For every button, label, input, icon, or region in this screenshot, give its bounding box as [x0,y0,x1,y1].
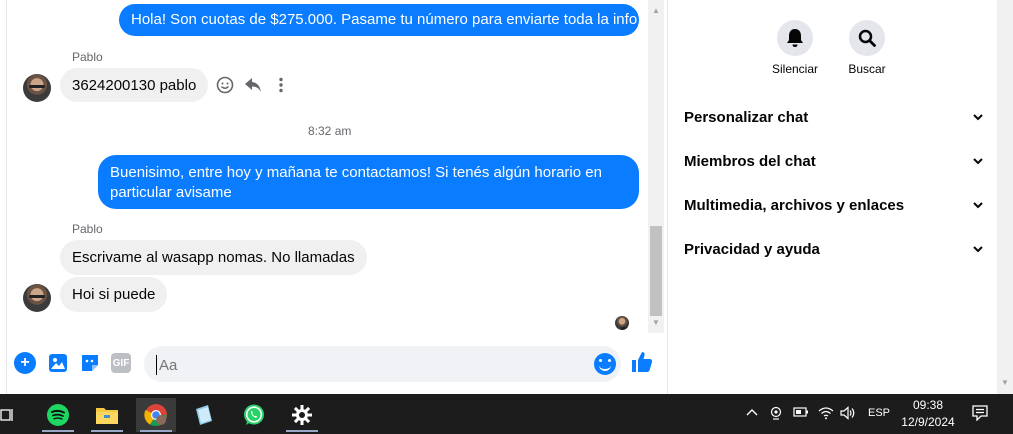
spotify-icon[interactable] [38,398,78,432]
settings-icon[interactable] [282,398,322,432]
message-line: particular avisame [110,184,232,201]
window-scrollbar[interactable]: ▼ [997,0,1013,394]
system-clock[interactable]: 09:38 12/9/2024 [898,397,958,431]
webcam-icon[interactable] [769,406,783,423]
battery-icon[interactable] [793,406,809,421]
chat-info-panel: Silenciar Buscar Personalizar chat Miemb… [667,0,997,394]
like-icon[interactable] [630,350,656,376]
mute-button[interactable] [777,20,813,56]
outgoing-message[interactable]: Hola! Son cuotas de $275.000. Pasame tu … [119,4,639,36]
react-icon[interactable] [214,74,236,96]
mute-label: Silenciar [771,62,819,76]
task-view-icon[interactable] [0,398,28,432]
section-label: Privacidad y ayuda [684,240,820,258]
section-label: Personalizar chat [684,108,809,126]
file-explorer-icon[interactable] [87,398,127,432]
gif-icon[interactable]: GIF [111,353,131,373]
bell-icon [787,29,803,47]
section-label: Miembros del chat [684,152,816,170]
avatar[interactable] [23,284,51,312]
section-chat-members[interactable]: Miembros del chat [684,146,984,176]
message-line: Buenisimo, entre hoy y mañana te contact… [110,164,602,181]
sender-name: Pablo [72,50,103,64]
chrome-icon[interactable] [136,398,176,432]
section-privacy-help[interactable]: Privacidad y ayuda [684,234,984,264]
search-icon [858,29,876,47]
outgoing-message[interactable]: Buenisimo, entre hoy y mañana te contact… [98,155,639,209]
message-timestamp: 8:32 am [308,124,352,138]
chevron-up-icon[interactable] [746,406,758,420]
volume-icon[interactable] [840,406,856,423]
section-customize-chat[interactable]: Personalizar chat [684,102,984,132]
sender-name: Pablo [72,222,103,236]
clock-date: 12/9/2024 [901,415,955,429]
section-label: Multimedia, archivos y enlaces [684,196,905,214]
chat-pane: Hola! Son cuotas de $275.000. Pasame tu … [0,0,667,394]
whatsapp-icon[interactable] [234,398,274,432]
incoming-message[interactable]: Hoi si puede [60,277,168,312]
scroll-up-arrow[interactable]: ▲ [648,6,664,18]
message-input[interactable] [156,355,576,375]
reply-icon[interactable] [242,74,264,96]
divider [6,0,7,394]
chevron-down-icon [973,202,983,209]
taskbar: ESP 09:38 12/9/2024 [0,394,1013,434]
seen-avatar [615,316,629,330]
scroll-down-arrow[interactable]: ▼ [997,378,1013,390]
sticker-icon[interactable] [79,352,101,374]
wifi-icon[interactable] [818,406,834,423]
search-label: Buscar [848,62,886,76]
incoming-message[interactable]: Escrivame al wasapp nomas. No llamadas [60,240,367,275]
incoming-message[interactable]: 3624200130 pablo [60,68,209,102]
plus-icon[interactable]: + [14,352,36,374]
clock-time: 09:38 [912,398,944,412]
image-icon[interactable] [47,352,69,374]
avatar[interactable] [23,74,51,102]
more-options-icon[interactable] [270,74,292,96]
chevron-down-icon [973,158,983,165]
scroll-down-arrow[interactable]: ▼ [648,318,664,330]
chat-scrollbar[interactable]: ▲ ▼ [648,0,664,333]
message-composer: + GIF [0,340,667,388]
emoji-icon[interactable] [594,353,616,375]
message-input-box[interactable] [144,346,621,382]
notification-icon[interactable] [972,405,988,424]
notepad-icon[interactable] [184,398,224,432]
chevron-down-icon [973,114,983,121]
search-button[interactable] [849,20,885,56]
chevron-down-icon [973,246,983,253]
language-indicator[interactable]: ESP [868,407,890,419]
scroll-thumb[interactable] [650,226,662,316]
section-media-files-links[interactable]: Multimedia, archivos y enlaces [684,190,984,220]
